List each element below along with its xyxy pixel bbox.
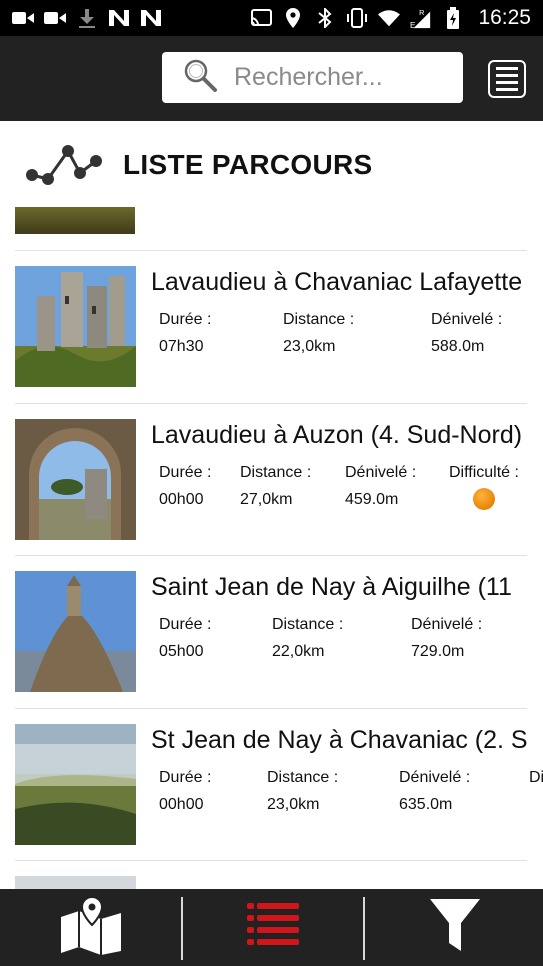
- route-thumbnail: [15, 266, 136, 387]
- signal-icon: ER: [410, 8, 432, 29]
- stat-distance: Distance : 27,0km: [240, 464, 311, 509]
- stat-label: Dénivelé :: [411, 616, 483, 633]
- route-thumbnail: [15, 571, 136, 692]
- route-title: Saint Jean de Nay à Aiguilhe (11: [151, 573, 512, 601]
- stat-label: Dénivelé :: [345, 464, 417, 481]
- download-icon: [76, 9, 98, 28]
- stat-difficulty: Difficulté :: [449, 464, 519, 510]
- stat-label: Distance :: [283, 311, 355, 328]
- route-item[interactable]: St Jean de Nay à Chavaniac (2. S Durée :…: [0, 724, 543, 876]
- stat-value: 588.0m: [431, 338, 485, 355]
- route-thumbnail: [15, 419, 136, 540]
- n-icon: [108, 9, 130, 27]
- stat-value: 05h00: [159, 643, 204, 660]
- stat-label: Dénivelé :: [399, 769, 471, 786]
- stat-label: Durée :: [159, 616, 212, 633]
- menu-line: [496, 74, 518, 77]
- route-item[interactable]: Lavaudieu à Auzon (4. Sud-Nord) Durée : …: [0, 419, 543, 571]
- stat-label: Durée :: [159, 769, 212, 786]
- search-input[interactable]: [234, 63, 444, 92]
- video-icon: [44, 9, 66, 27]
- bluetooth-icon: [314, 8, 336, 28]
- stat-value: 729.0m: [411, 643, 465, 660]
- list-button[interactable]: [182, 889, 363, 966]
- menu-line: [496, 81, 518, 84]
- route-icon: [22, 139, 104, 194]
- route-title: St Jean de Nay à Chavaniac (2. S: [151, 726, 528, 754]
- stat-label: Distance :: [272, 616, 344, 633]
- svg-text:E: E: [410, 21, 416, 29]
- vibrate-icon: [346, 8, 368, 28]
- stat-label: Difficulté :: [449, 464, 519, 481]
- stat-elevation: Dénivelé : 459.0m: [345, 464, 416, 509]
- battery-icon: [442, 7, 464, 29]
- stat-value: 22,0km: [272, 643, 325, 660]
- menu-list-button[interactable]: [488, 60, 526, 98]
- stat-value: 00h00: [159, 491, 204, 508]
- route-title: Lavaudieu à Chavaniac Lafayette: [151, 268, 523, 296]
- route-thumbnail-partial[interactable]: [15, 207, 135, 234]
- map-icon: [59, 895, 123, 960]
- difficulty-indicator: [472, 488, 495, 510]
- filter-button[interactable]: [364, 889, 543, 966]
- stat-elevation: Dénivelé : 588.0m: [431, 311, 502, 356]
- stat-label: Distance :: [240, 464, 312, 481]
- stat-elevation: Dénivelé : 729.0m: [411, 616, 482, 661]
- stat-value: 07h30: [159, 338, 204, 355]
- svg-text:R: R: [420, 8, 425, 17]
- bottom-nav: [0, 889, 543, 966]
- stat-elevation: Dénivelé : 635.0m: [399, 769, 470, 814]
- list-icon: [246, 902, 299, 953]
- title-row: LISTE PARCOURS: [0, 121, 543, 207]
- divider: [15, 555, 527, 556]
- stat-distance: Distance : 22,0km: [272, 616, 343, 661]
- route-title: Lavaudieu à Auzon (4. Sud-Nord): [151, 421, 523, 449]
- stat-label: Durée :: [159, 464, 212, 481]
- search-box[interactable]: [162, 52, 463, 103]
- divider: [15, 403, 527, 404]
- route-item[interactable]: Saint Jean de Nay à Aiguilhe (11 Durée :…: [0, 571, 543, 723]
- status-bar: ER 16:25: [0, 0, 543, 36]
- stat-duration: Durée : 05h00: [159, 616, 211, 661]
- divider: [15, 860, 527, 861]
- search-icon: [182, 57, 218, 98]
- stat-value: 23,0km: [283, 338, 336, 355]
- stat-value: 00h00: [159, 796, 204, 813]
- divider: [15, 250, 527, 251]
- cast-icon: [250, 9, 273, 27]
- stat-duration: Durée : 00h00: [159, 769, 211, 814]
- stat-distance: Distance : 23,0km: [283, 311, 354, 356]
- map-button[interactable]: [0, 889, 181, 966]
- stat-duration: Durée : 00h00: [159, 464, 211, 509]
- route-item[interactable]: Lavaudieu à Chavaniac Lafayette Durée : …: [0, 266, 543, 418]
- wifi-icon: [378, 9, 401, 27]
- n-icon: [140, 9, 162, 27]
- stat-label: Distance :: [267, 769, 339, 786]
- stat-duration: Durée : 07h30: [159, 311, 211, 356]
- menu-line: [496, 88, 518, 91]
- stat-label: Di: [529, 769, 543, 786]
- menu-line: [496, 67, 518, 70]
- route-list[interactable]: Lavaudieu à Chavaniac Lafayette Durée : …: [0, 207, 543, 889]
- stat-label: Dénivelé :: [431, 311, 503, 328]
- stat-distance: Distance : 23,0km: [267, 769, 338, 814]
- stat-difficulty-partial: Di: [529, 769, 543, 787]
- stat-value: 459.0m: [345, 491, 399, 508]
- divider: [15, 708, 527, 709]
- page-title: LISTE PARCOURS: [123, 149, 373, 180]
- app-header: [0, 36, 543, 121]
- clock: 16:25: [478, 6, 531, 29]
- stat-value: 27,0km: [240, 491, 293, 508]
- video-icon: [12, 9, 34, 27]
- route-thumbnail: [15, 724, 136, 845]
- stat-label: Durée :: [159, 311, 212, 328]
- stat-value: 635.0m: [399, 796, 453, 813]
- route-thumbnail-partial[interactable]: [15, 876, 136, 889]
- stat-value: 23,0km: [267, 796, 320, 813]
- location-icon: [282, 8, 304, 28]
- filter-icon: [429, 899, 480, 956]
